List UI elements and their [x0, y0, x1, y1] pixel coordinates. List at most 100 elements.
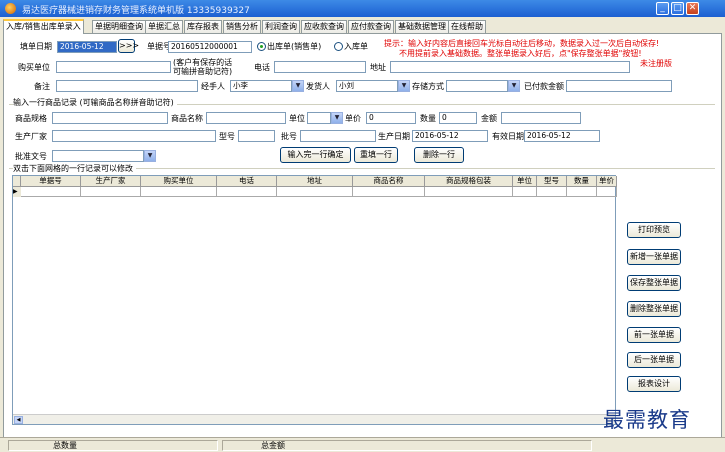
shipper-field[interactable]: 小刘 [336, 80, 398, 92]
qty-label: 数量 [420, 114, 436, 123]
exp-date-label: 有效日期 [492, 132, 524, 141]
cell[interactable] [353, 187, 425, 197]
records-grid[interactable]: 单据号 生产厂家 购买单位 电话 地址 商品名称 商品规格包装 单位 型号 数量… [12, 175, 617, 425]
col-maker[interactable]: 生产厂家 [81, 176, 141, 187]
prev-document-button[interactable]: 前一张单据 [627, 327, 681, 343]
total-amount-text: 总金额 [261, 441, 285, 450]
tab-payable[interactable]: 应付款查询 [348, 20, 394, 33]
buyer-field[interactable] [56, 61, 171, 73]
delete-document-button[interactable]: 删除整张单据 [627, 301, 681, 317]
approval-field[interactable] [52, 150, 144, 162]
close-button[interactable]: ✕ [686, 2, 699, 15]
cell[interactable] [217, 187, 277, 197]
tab-summary[interactable]: 单据汇总 [145, 20, 183, 33]
col-price[interactable]: 单价 [597, 176, 617, 187]
hint-line-2: 不用提前录入基础数据。整张单据录入好后，点"保存整张单据"按钮! [399, 49, 642, 58]
radio-inbound[interactable] [334, 42, 343, 51]
table-row[interactable]: ▶ [13, 187, 617, 197]
horizontal-scrollbar[interactable]: ◀ [13, 414, 615, 424]
cell[interactable] [277, 187, 353, 197]
approval-label: 批准文号 [15, 152, 47, 161]
col-spec[interactable]: 商品规格包装 [425, 176, 513, 187]
storage-label: 存储方式 [412, 82, 444, 91]
cell[interactable] [597, 187, 617, 197]
col-docno[interactable]: 单据号 [21, 176, 81, 187]
product-name-label: 商品名称 [171, 114, 203, 123]
tab-receivable[interactable]: 应收款查询 [301, 20, 347, 33]
col-phone[interactable]: 电话 [217, 176, 277, 187]
col-address[interactable]: 地址 [277, 176, 353, 187]
delete-line-button[interactable]: 删除一行 [414, 147, 464, 163]
tab-entry[interactable]: 入库/销售出库单录入 [3, 19, 84, 34]
radio-outbound[interactable] [257, 42, 266, 51]
cell[interactable] [81, 187, 141, 197]
product-name-field[interactable] [206, 112, 286, 124]
maker-label: 生产厂家 [15, 132, 47, 141]
minimize-button[interactable]: _ [656, 2, 669, 15]
batch-field[interactable] [300, 130, 376, 142]
new-document-button[interactable]: 新增一张单据 [627, 249, 681, 265]
phone-field[interactable] [274, 61, 366, 73]
model-label: 型号 [219, 132, 235, 141]
address-label: 地址 [370, 63, 386, 72]
shipper-label: 发货人 [306, 82, 330, 91]
tab-sales-analysis[interactable]: 销售分析 [223, 20, 261, 33]
shipper-dropdown-icon[interactable]: ▼ [398, 80, 410, 92]
cell[interactable] [537, 187, 567, 197]
date-field[interactable]: 2016-05-12 [57, 41, 117, 53]
price-field[interactable]: 0 [366, 112, 416, 124]
col-qty[interactable]: 数量 [567, 176, 597, 187]
docno-field[interactable]: 20160512000001 [168, 41, 252, 53]
next-document-button[interactable]: 后一张单据 [627, 352, 681, 368]
approval-dropdown-icon[interactable]: ▼ [144, 150, 156, 162]
mfg-date-field[interactable]: 2016-05-12 [412, 130, 488, 142]
grid-header: 单据号 生产厂家 购买单位 电话 地址 商品名称 商品规格包装 单位 型号 数量… [13, 176, 617, 187]
title-bar[interactable]: 易达医疗器械进销存财务管理系统单机版 13335939327 _ □ ✕ [0, 0, 725, 17]
col-product-name[interactable]: 商品名称 [353, 176, 425, 187]
tab-online-help[interactable]: 在线帮助 [448, 20, 486, 33]
handler-dropdown-icon[interactable]: ▼ [292, 80, 304, 92]
cell[interactable] [513, 187, 537, 197]
window-title: 易达医疗器械进销存财务管理系统单机版 13335939327 [22, 6, 250, 16]
cell[interactable] [425, 187, 513, 197]
more-button[interactable]: >>> [118, 39, 139, 53]
col-model[interactable]: 型号 [537, 176, 567, 187]
scroll-left-icon[interactable]: ◀ [14, 416, 23, 424]
handler-field[interactable]: 小李 [230, 80, 292, 92]
maker-field[interactable] [52, 130, 216, 142]
tab-profit-query[interactable]: 利润查询 [262, 20, 300, 33]
address-field[interactable] [390, 61, 630, 73]
report-design-button[interactable]: 报表设计 [627, 376, 681, 392]
print-preview-button[interactable]: 打印预览 [627, 222, 681, 238]
unit-field[interactable] [307, 112, 331, 124]
col-buyer[interactable]: 购买单位 [141, 176, 217, 187]
spec-field[interactable] [52, 112, 168, 124]
remark-field[interactable] [56, 80, 198, 92]
confirm-line-button[interactable]: 输入完一行确定 [280, 147, 351, 163]
tab-stock-report[interactable]: 库存报表 [184, 20, 222, 33]
amount-field[interactable] [501, 112, 581, 124]
paid-field[interactable] [566, 80, 672, 92]
storage-field[interactable] [446, 80, 508, 92]
cell[interactable] [21, 187, 81, 197]
cell[interactable] [567, 187, 597, 197]
col-unit[interactable]: 单位 [513, 176, 537, 187]
line-section-title: 输入一行商品记录 (可输商品名称拼音助记符) [13, 98, 177, 108]
mfg-date-label: 生产日期 [378, 132, 410, 141]
model-field[interactable] [238, 130, 275, 142]
refill-line-button[interactable]: 重填一行 [354, 147, 398, 163]
storage-dropdown-icon[interactable]: ▼ [508, 80, 520, 92]
tab-base-data[interactable]: 基础数据管理 [395, 20, 449, 33]
qty-field[interactable]: 0 [439, 112, 477, 124]
cell[interactable] [141, 187, 217, 197]
phone-label: 电话 [254, 63, 270, 72]
total-qty-label: 总数量 [8, 440, 218, 451]
tab-detail-query[interactable]: 单据明细查询 [92, 20, 146, 33]
exp-date-field[interactable]: 2016-05-12 [524, 130, 600, 142]
maximize-button[interactable]: □ [671, 2, 684, 15]
unit-dropdown-icon[interactable]: ▼ [331, 112, 343, 124]
remark-label: 备注 [34, 82, 50, 91]
status-bar: 总数量 总金额 [0, 437, 725, 452]
save-document-button[interactable]: 保存整张单据 [627, 275, 681, 291]
buyer-label: 购买单位 [18, 63, 50, 72]
